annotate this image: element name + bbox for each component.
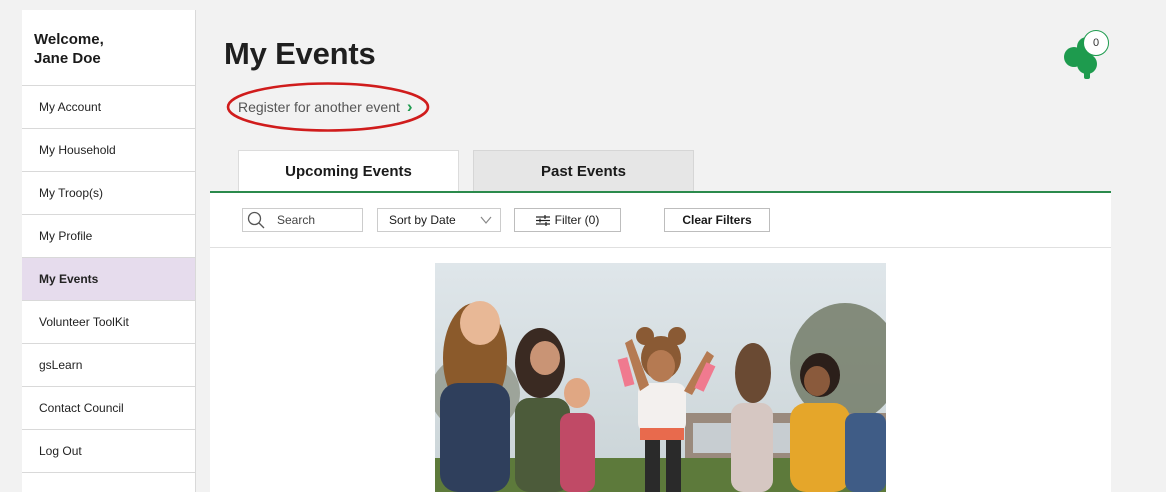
welcome-greeting: Welcome, Jane Doe bbox=[22, 10, 195, 86]
clear-filters-button[interactable]: Clear Filters bbox=[664, 208, 770, 232]
page-title: My Events bbox=[224, 36, 376, 71]
sidebar-item-log-out[interactable]: Log Out bbox=[22, 430, 195, 473]
tab-upcoming-events[interactable]: Upcoming Events bbox=[238, 150, 459, 191]
chevron-down-icon bbox=[480, 216, 492, 224]
events-list bbox=[210, 248, 1111, 492]
search-box[interactable] bbox=[242, 208, 363, 232]
sidebar-item-my-account[interactable]: My Account bbox=[22, 86, 195, 129]
filter-button-label: Filter (0) bbox=[554, 213, 600, 227]
user-name: Jane Doe bbox=[34, 50, 101, 67]
sidebar-item-my-profile[interactable]: My Profile bbox=[22, 215, 195, 258]
sort-select-value: Sort by Date bbox=[389, 213, 456, 227]
notification-count-badge[interactable]: 0 bbox=[1083, 30, 1109, 56]
welcome-line: Welcome, bbox=[34, 31, 104, 48]
register-link-label: Register for another event bbox=[238, 99, 400, 115]
tab-past-events[interactable]: Past Events bbox=[473, 150, 694, 191]
register-another-event-link[interactable]: Register for another event › bbox=[238, 97, 413, 117]
sidebar-item-my-household[interactable]: My Household bbox=[22, 129, 195, 172]
event-photo-illustration bbox=[435, 263, 886, 492]
sort-select[interactable]: Sort by Date bbox=[377, 208, 501, 232]
filter-bar: Sort by Date Filter (0) Clear Filters bbox=[210, 193, 1111, 248]
search-icon bbox=[247, 211, 265, 229]
sidebar-item-volunteer-toolkit[interactable]: Volunteer ToolKit bbox=[22, 301, 195, 344]
chevron-right-icon: › bbox=[406, 97, 413, 116]
sliders-icon bbox=[535, 214, 550, 226]
sidebar-item-my-events[interactable]: My Events bbox=[22, 258, 195, 301]
search-input[interactable] bbox=[275, 212, 359, 228]
event-photo[interactable] bbox=[435, 263, 886, 492]
sidebar: Welcome, Jane Doe My Account My Househol… bbox=[22, 10, 196, 492]
sidebar-item-contact-council[interactable]: Contact Council bbox=[22, 387, 195, 430]
sidebar-item-my-troops[interactable]: My Troop(s) bbox=[22, 172, 195, 215]
filter-button[interactable]: Filter (0) bbox=[514, 208, 621, 232]
sidebar-item-gslearn[interactable]: gsLearn bbox=[22, 344, 195, 387]
